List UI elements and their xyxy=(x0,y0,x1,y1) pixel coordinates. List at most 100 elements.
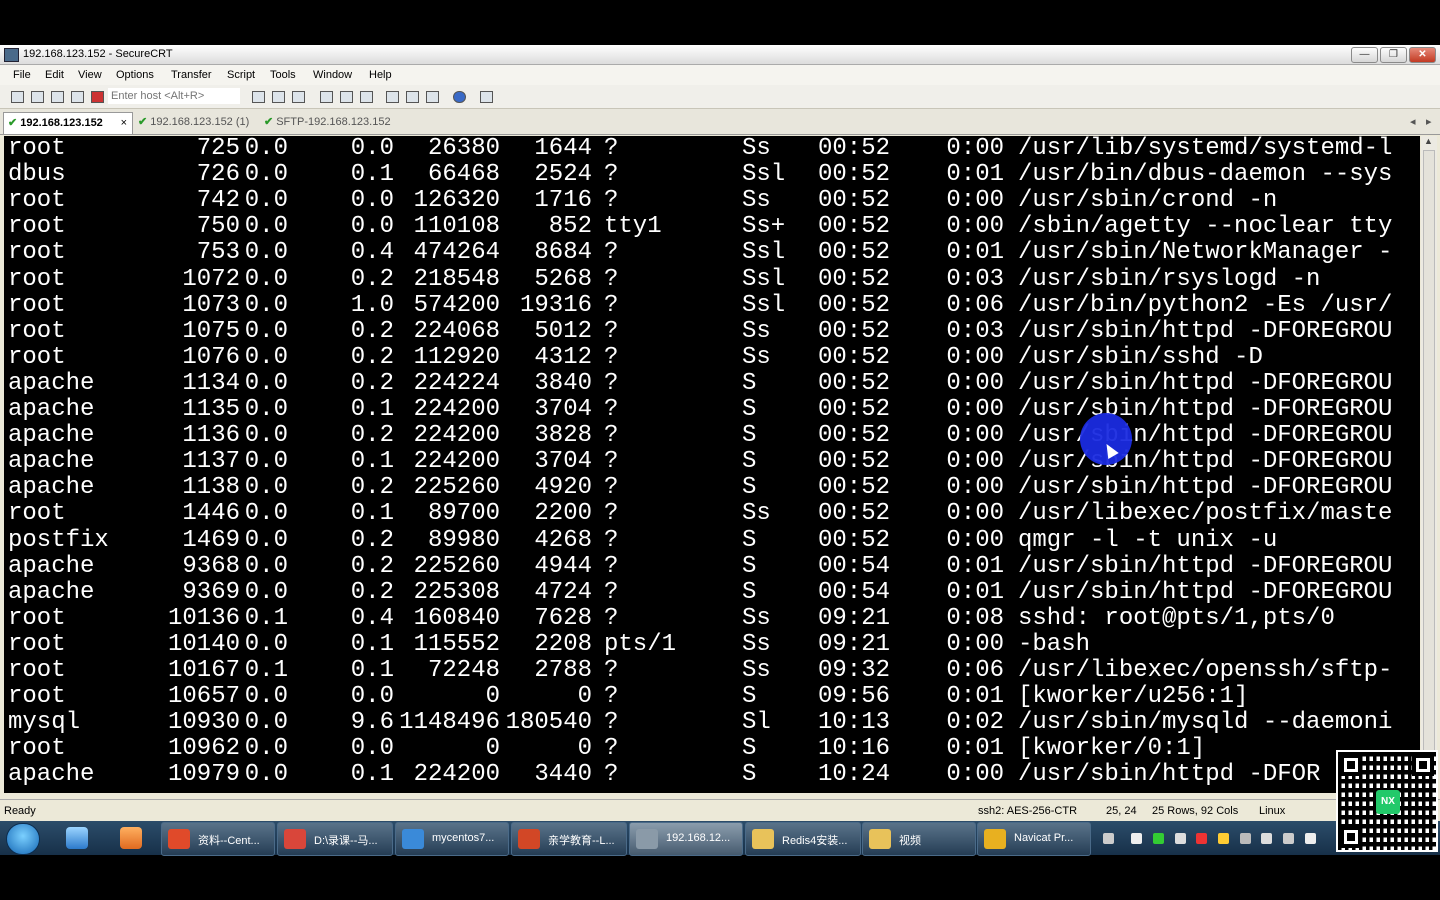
process-cell: 9.6 xyxy=(350,709,394,737)
print-selection-icon[interactable] xyxy=(340,91,353,103)
taskbar-item[interactable]: mycentos7... xyxy=(395,822,509,856)
taskbar-item[interactable]: Redis4安装... xyxy=(745,822,861,856)
close-button[interactable]: ✕ xyxy=(1409,47,1436,63)
terminal-scrollbar[interactable]: ▲ xyxy=(1421,136,1437,793)
process-cell: apache xyxy=(8,369,95,397)
keymap-icon[interactable] xyxy=(426,91,439,103)
process-cell: 0.0 xyxy=(350,735,394,763)
connect-icon[interactable] xyxy=(11,91,24,103)
reconnect-icon[interactable] xyxy=(71,91,84,103)
menu-options[interactable]: Options xyxy=(116,69,154,81)
process-cell: 224224 xyxy=(413,369,500,397)
status-cursor-position: 25, 24 xyxy=(1106,805,1137,817)
taskbar-app-icon xyxy=(518,829,540,849)
menu-window[interactable]: Window xyxy=(313,69,352,81)
tab-session-2[interactable]: ✔ 192.168.123.152 (1) xyxy=(138,112,262,133)
process-cell: 3704 xyxy=(534,396,592,423)
menu-file[interactable]: File xyxy=(13,69,31,81)
minimize-button[interactable]: — xyxy=(1351,47,1378,63)
menu-view[interactable]: View xyxy=(78,69,102,81)
menu-edit[interactable]: Edit xyxy=(45,69,64,81)
explorer-icon[interactable] xyxy=(120,827,142,849)
process-cell: 0.1 xyxy=(350,161,394,189)
process-cell: 5268 xyxy=(534,265,592,293)
taskbar-item[interactable]: 亲学教育--L... xyxy=(511,822,627,856)
taskbar-item[interactable]: D:\录课--马... xyxy=(277,822,393,856)
process-cell: 4724 xyxy=(534,578,592,606)
tray-device-icon[interactable] xyxy=(1240,833,1251,844)
process-cell: 1644 xyxy=(534,136,592,162)
process-cell: 0.0 xyxy=(350,187,394,215)
enter-host-input[interactable] xyxy=(108,88,240,104)
scroll-up-icon[interactable]: ▲ xyxy=(1424,136,1433,146)
process-cell: 115552 xyxy=(413,630,500,658)
taskbar-item[interactable]: Navicat Pr... xyxy=(977,822,1091,856)
tab-label: 192.168.123.152 (1) xyxy=(150,116,250,128)
help-icon[interactable] xyxy=(453,91,466,103)
session-options-icon[interactable] xyxy=(386,91,399,103)
tray-app-icon[interactable] xyxy=(1131,833,1142,844)
tab-scroll-right-icon[interactable]: ▸ xyxy=(1426,115,1432,128)
process-cell: 0.0 xyxy=(244,239,288,267)
process-cell: /sbin/agetty --noclear tty xyxy=(1018,213,1393,241)
menu-script[interactable]: Script xyxy=(227,69,255,81)
process-cell: ? xyxy=(604,474,619,502)
menu-help[interactable]: Help xyxy=(369,69,392,81)
process-cell: 852 xyxy=(548,213,592,241)
terminal-output[interactable]: root 725 0.0 0.0 26380 1644? Ss 00:52 0:00/usr/l… xyxy=(4,136,1420,793)
menu-tools[interactable]: Tools xyxy=(270,69,296,81)
taskbar-item[interactable]: 视频 xyxy=(862,822,976,856)
taskbar-item[interactable]: 资料--Cent... xyxy=(161,822,275,856)
paste-icon[interactable] xyxy=(272,91,285,103)
process-cell: mysql xyxy=(8,709,81,737)
options-icon[interactable] xyxy=(480,91,493,103)
process-cell: root xyxy=(8,657,66,684)
process-cell: 72248 xyxy=(427,657,500,684)
status-cipher: ssh2: AES-256-CTR xyxy=(978,805,1078,817)
volume-icon[interactable] xyxy=(1261,833,1272,844)
tab-close-icon[interactable]: × xyxy=(121,113,127,134)
tray-green-icon[interactable] xyxy=(1153,833,1164,844)
tab-sftp[interactable]: ✔ SFTP-192.168.123.152 xyxy=(264,112,404,133)
process-cell: 225260 xyxy=(413,552,500,580)
process-cell: /usr/sbin/httpd -DFOREGROU xyxy=(1018,578,1393,606)
title-bar[interactable]: 192.168.123.152 - SecureCRT — ❐ ✕ xyxy=(0,45,1440,65)
process-cell: 00:52 xyxy=(818,369,891,397)
print-setup-icon[interactable] xyxy=(320,91,333,103)
tray-user-icon[interactable] xyxy=(1175,833,1186,844)
toolbar xyxy=(0,85,1440,109)
disconnect-icon[interactable] xyxy=(91,91,104,103)
scrollbar-thumb[interactable] xyxy=(1423,150,1435,775)
flag-icon[interactable] xyxy=(1305,833,1316,844)
tray-yellow-icon[interactable] xyxy=(1218,833,1229,844)
global-options-icon[interactable] xyxy=(406,91,419,103)
quick-connect-icon[interactable] xyxy=(31,91,44,103)
process-cell: ? xyxy=(604,526,619,554)
process-cell: 0.0 xyxy=(244,474,288,502)
network-icon[interactable] xyxy=(1283,833,1294,844)
ie-icon[interactable] xyxy=(66,827,88,849)
tab-scroll-left-icon[interactable]: ◂ xyxy=(1410,115,1416,128)
process-cell: Ss xyxy=(742,500,771,528)
copy-icon[interactable] xyxy=(252,91,265,103)
tab-session-1[interactable]: ✔ 192.168.123.152 × xyxy=(3,112,133,134)
status-os: Linux xyxy=(1259,805,1286,817)
connect-in-tab-icon[interactable] xyxy=(51,91,64,103)
process-cell: Sl xyxy=(742,709,771,737)
maximize-button[interactable]: ❐ xyxy=(1380,47,1407,63)
keyboard-icon[interactable] xyxy=(1103,833,1114,844)
process-cell: root xyxy=(8,265,66,293)
process-cell: 0 xyxy=(577,683,592,711)
process-cell: apache xyxy=(8,422,95,450)
process-cell: 10:16 xyxy=(818,735,891,763)
process-cell: 224200 xyxy=(413,448,500,476)
print-icon[interactable] xyxy=(360,91,373,103)
process-cell: 0:01 xyxy=(946,552,1004,580)
start-button[interactable] xyxy=(6,823,40,855)
process-cell: 1073 xyxy=(182,291,240,319)
find-icon[interactable] xyxy=(292,91,305,103)
taskbar-item[interactable]: 192.168.12... xyxy=(629,822,743,856)
process-cell: 0:00 xyxy=(946,526,1004,554)
tray-red-icon[interactable] xyxy=(1196,833,1207,844)
menu-transfer[interactable]: Transfer xyxy=(171,69,212,81)
